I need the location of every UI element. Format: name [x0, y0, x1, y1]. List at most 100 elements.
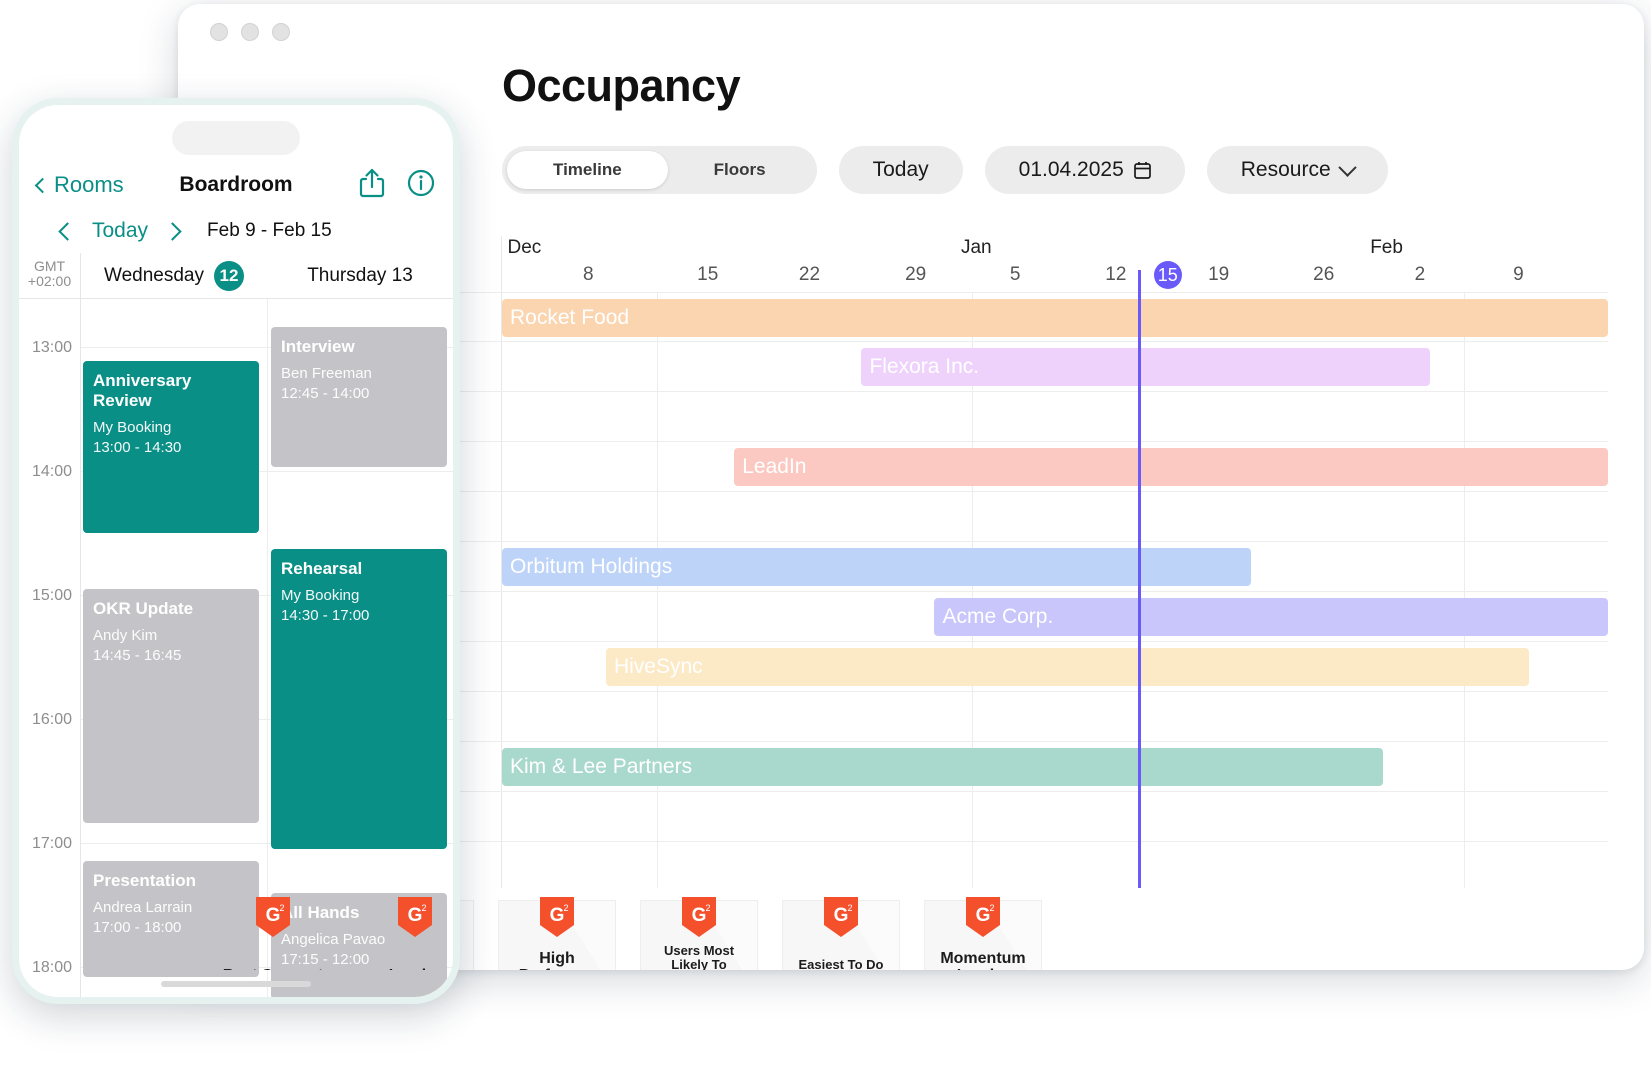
phone-calendar-grid: 13:0014:0015:0016:0017:0018:00 Anniversa… [19, 299, 453, 999]
g2-badge-title: Users Most Likely To Recommend [641, 944, 757, 970]
phone-calendar-event[interactable]: RehearsalMy Booking14:30 - 17:00 [271, 549, 447, 849]
timeline-track[interactable]: Flexora Inc. [502, 342, 1608, 391]
booking-bar[interactable]: LeadIn [734, 448, 1608, 486]
booking-bar[interactable]: Acme Corp. [934, 598, 1608, 636]
timeline-track[interactable]: Rocket Food [502, 293, 1608, 341]
window-dot-maximize[interactable] [272, 23, 290, 41]
day-column-header-wednesday[interactable]: Wednesday 12 [81, 253, 267, 298]
timeline-track[interactable]: LeadIn [502, 442, 1608, 491]
browser-titlebar [178, 4, 1644, 60]
timeline-day-label: 12 [1105, 264, 1126, 286]
g2-icon: G2 [824, 897, 858, 937]
phone-column-divider [267, 299, 268, 999]
timeline-day-label: 26 [1313, 264, 1334, 286]
timeline-grid-line [1464, 492, 1465, 541]
timeline-grid-line [972, 842, 973, 888]
g2-badge-title: High Performer [499, 951, 615, 970]
svg-text:2: 2 [421, 903, 426, 913]
day-name: Wednesday [104, 265, 204, 287]
timeline-day-label: 15 [697, 264, 718, 286]
phone-calendar-event[interactable]: OKR UpdateAndy Kim14:45 - 16:45 [83, 589, 259, 823]
timeline-track[interactable]: HiveSync [502, 642, 1608, 691]
event-time: 12:45 - 14:00 [281, 384, 437, 404]
phone-calendar-event[interactable]: InterviewBen Freeman12:45 - 14:00 [271, 327, 447, 467]
timeline-grid-line [657, 342, 658, 391]
timeline-grid-line [1464, 392, 1465, 441]
timeline-track[interactable] [502, 392, 1608, 441]
timeline-day-label: 9 [1513, 264, 1524, 286]
event-time: 14:45 - 16:45 [93, 646, 249, 666]
phone-home-indicator [161, 981, 311, 987]
chevron-left-icon [35, 177, 51, 193]
chevron-down-icon [1338, 158, 1356, 176]
day-number-badge: 12 [214, 261, 244, 291]
booking-bar[interactable]: Kim & Lee Partners [502, 748, 1383, 786]
current-time-indicator [1138, 270, 1141, 888]
resource-filter[interactable]: Resource [1207, 146, 1388, 194]
timeline-track[interactable]: Kim & Lee Partners [502, 742, 1608, 791]
svg-text:G: G [976, 905, 991, 926]
timeline-track[interactable]: Acme Corp. [502, 592, 1608, 641]
phone-time-gutter: 13:0014:0015:0016:0017:0018:00 [19, 299, 81, 999]
booking-bar[interactable]: HiveSync [606, 648, 1530, 686]
event-time: 13:00 - 14:30 [93, 438, 249, 458]
timezone-line1: GMT [19, 259, 80, 274]
timeline-grid-line [1464, 792, 1465, 841]
phone-time-label: 16:00 [32, 711, 72, 729]
back-button-label: Rooms [54, 172, 124, 198]
share-icon[interactable] [359, 168, 385, 203]
timeline-month-row: DecJanFeb [502, 236, 1608, 264]
svg-text:2: 2 [989, 903, 994, 913]
info-circle-icon[interactable] [407, 169, 435, 202]
timezone-label: GMT +02:00 [19, 253, 81, 298]
g2-badge-card: G2Momentum Leader [924, 900, 1042, 970]
g2-badge: G2High PerformerWINTER2025 [498, 900, 616, 970]
booking-bar[interactable]: Flexora Inc. [861, 348, 1429, 386]
timeline-grid-line [972, 692, 973, 741]
svg-text:2: 2 [563, 903, 568, 913]
g2-badge-title: Best Support [219, 968, 327, 970]
phone-mockup: Rooms Boardroom [12, 98, 460, 1004]
day-column-header-thursday[interactable]: Thursday 13 [267, 253, 453, 298]
tab-floors[interactable]: Floors [668, 151, 812, 189]
timeline-day-label: 5 [1010, 264, 1021, 286]
timeline-grid-line [657, 842, 658, 888]
window-dot-minimize[interactable] [241, 23, 259, 41]
event-time: 17:00 - 18:00 [93, 918, 249, 938]
timeline-today-marker: 15 [1154, 261, 1182, 289]
tab-timeline[interactable]: Timeline [507, 151, 668, 189]
phone-date-range: Feb 9 - Feb 15 [207, 220, 332, 242]
next-day-icon[interactable] [163, 222, 181, 240]
page-title: Occupancy [502, 60, 1608, 112]
g2-icon: G2 [256, 897, 290, 937]
phone-navbar: Rooms Boardroom [19, 159, 453, 211]
window-dot-close[interactable] [210, 23, 228, 41]
timeline-track[interactable] [502, 692, 1608, 741]
timeline-track[interactable] [502, 492, 1608, 541]
timeline-month-label: Jan [961, 237, 992, 259]
event-subtitle: Andy Kim [93, 626, 249, 646]
svg-text:G: G [266, 905, 281, 926]
view-segmented-control[interactable]: Timeline Floors [502, 146, 817, 194]
timeline-grid-line [657, 392, 658, 441]
booking-bar[interactable]: Rocket Food [502, 299, 1608, 337]
phone-calendar-event[interactable]: PresentationAndrea Larrain17:00 - 18:00 [83, 861, 259, 977]
g2-icon: G2 [966, 897, 1000, 937]
timeline-month-label: Feb [1370, 237, 1403, 259]
phone-calendar-event[interactable]: Anniversary ReviewMy Booking13:00 - 14:3… [83, 361, 259, 533]
phone-today-button[interactable]: Today [92, 219, 148, 243]
timeline-footer-track [502, 842, 1608, 888]
event-title: Presentation [93, 871, 249, 891]
timeline-track[interactable] [502, 792, 1608, 841]
g2-badge-card: G2High Performer [498, 900, 616, 970]
timeline-track[interactable]: Orbitum Holdings [502, 542, 1608, 591]
day-name: Thursday 13 [307, 265, 413, 287]
prev-day-icon[interactable] [58, 222, 76, 240]
event-title: Anniversary Review [93, 371, 249, 411]
phone-event-area[interactable]: Anniversary ReviewMy Booking13:00 - 14:3… [81, 299, 453, 999]
today-button[interactable]: Today [839, 146, 963, 194]
date-picker[interactable]: 01.04.2025 [985, 146, 1185, 194]
back-to-rooms-button[interactable]: Rooms [37, 172, 124, 198]
event-time: 14:30 - 17:00 [281, 606, 437, 626]
date-value: 01.04.2025 [1019, 158, 1124, 182]
